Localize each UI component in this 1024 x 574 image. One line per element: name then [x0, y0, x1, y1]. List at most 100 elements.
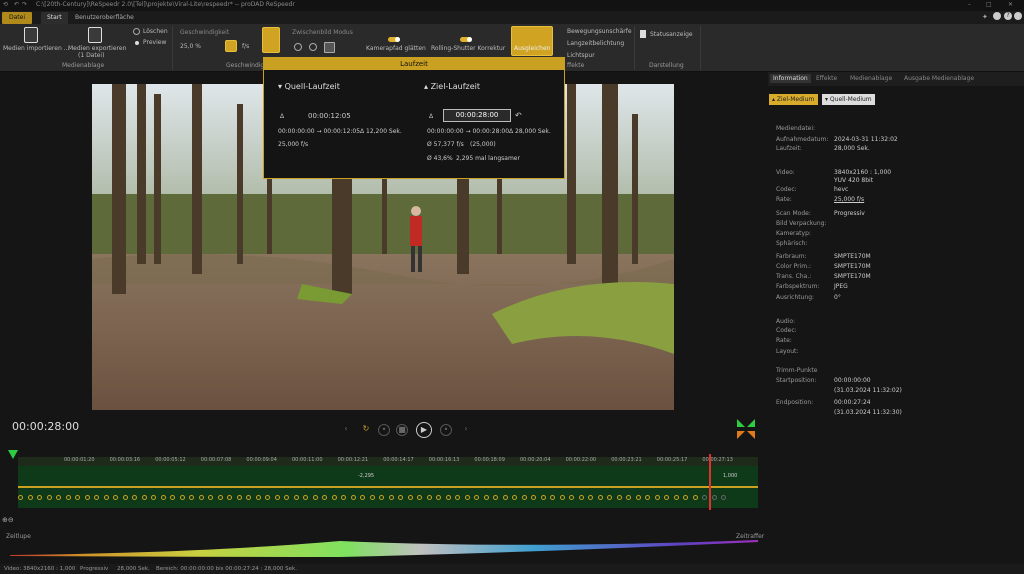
status-bar: Video: 3840x2160 : 1,000 Progressiv 28,0…: [0, 564, 1024, 574]
frame-dot: [607, 495, 612, 500]
ruler-tick: 00:00:12:21: [337, 457, 369, 463]
mode-radio-1[interactable]: [294, 43, 302, 51]
speed-value[interactable]: 25,0 %: [180, 43, 201, 50]
timecode-display: 00:00:28:00: [12, 420, 80, 433]
frame-dot: [198, 495, 204, 500]
frame-dot: [312, 495, 318, 500]
frame-dot: [350, 495, 356, 500]
frame-dot: [464, 495, 470, 500]
maximize-icon[interactable]: □: [986, 1, 992, 8]
quell-header[interactable]: ▾ Quell-Laufzeit: [278, 82, 340, 91]
langzeit-item[interactable]: Langzeitbelichtung: [567, 40, 624, 47]
ruler-tick: 00:00:20:04: [520, 457, 551, 463]
ziel-fps2: (25,000): [470, 141, 496, 148]
fps-unit[interactable]: f/s: [242, 43, 249, 50]
tab-medienablage[interactable]: Medienablage: [850, 75, 892, 82]
zoom-icons[interactable]: ⊕⊖: [2, 516, 14, 524]
tab-information[interactable]: Information: [770, 74, 811, 83]
play-icon[interactable]: ▶: [416, 422, 432, 438]
tab-benutzeroberflaeche[interactable]: Benutzeroberfläche: [69, 12, 140, 24]
frame-dot: [284, 495, 289, 500]
ziel-header[interactable]: ▴ Ziel-Laufzeit: [424, 82, 480, 91]
tab-ausgabe-medienablage[interactable]: Ausgabe Medienablage: [904, 75, 974, 82]
redo-icon[interactable]: ↷: [22, 1, 27, 8]
next-icon[interactable]: ›: [460, 424, 472, 436]
reset-icon[interactable]: ↶: [515, 111, 522, 120]
frame-dot: [692, 495, 698, 500]
ziel-medium-label: Ziel-Medium: [776, 96, 815, 103]
frame-dot: [721, 495, 726, 500]
mode-radio-3[interactable]: [324, 42, 335, 53]
help-icon[interactable]: ?: [1004, 12, 1012, 20]
status-video: Video: 3840x2160 : 1,000: [4, 566, 76, 572]
info-key: Sphärisch:: [776, 240, 808, 247]
ramp-button[interactable]: [262, 27, 280, 53]
rolling-label[interactable]: Rolling-Shutter Korrektur: [431, 45, 505, 52]
info-tabs: Information Effekte Medienablage Ausgabe…: [768, 72, 1024, 86]
undo-icon[interactable]: ↶: [14, 1, 19, 8]
frame-dot: [303, 495, 308, 500]
ruler-tick: 00:00:25:17: [656, 457, 688, 463]
speed-curve[interactable]: [0, 539, 768, 559]
frame-dot: [588, 495, 593, 500]
ruler-tick: 00:00:23:21: [611, 457, 642, 463]
statusanzeige-icon[interactable]: [640, 30, 646, 38]
info-key: Rate:: [776, 196, 792, 203]
ruler-tick: 00:00:16:13: [428, 457, 460, 463]
step-back-icon[interactable]: •: [378, 424, 390, 436]
statusanzeige-button[interactable]: Statusanzeige: [650, 31, 693, 38]
frame-dot: [179, 495, 185, 500]
frame-dot: [531, 495, 536, 500]
close-icon[interactable]: ✕: [1008, 1, 1013, 8]
info-value[interactable]: 25,000 f/s: [834, 196, 864, 203]
minimize-icon[interactable]: –: [968, 1, 971, 8]
rolling-toggle[interactable]: [460, 37, 472, 42]
settings-icon[interactable]: [993, 12, 1001, 20]
mode-radio-2[interactable]: [309, 43, 317, 51]
frame-dot: [236, 495, 242, 500]
export-button[interactable]: Medien exportieren: [68, 45, 126, 52]
separator: [634, 26, 635, 70]
start-marker[interactable]: [8, 450, 18, 459]
ziel-pct: Ø 43,6%: [427, 155, 453, 162]
ruler-tick: 00:00:09:04: [246, 457, 277, 463]
pin-icon[interactable]: ✦: [982, 13, 988, 21]
info-key: Codec:: [776, 186, 797, 193]
step-fwd-icon[interactable]: •: [440, 424, 452, 436]
tab-start[interactable]: Start: [41, 12, 68, 24]
kamera-label[interactable]: Kamerapfad glätten: [366, 45, 426, 52]
delete-radio[interactable]: [133, 28, 140, 35]
tab-effekte[interactable]: Effekte: [816, 75, 837, 82]
lichtspur-item[interactable]: Lichtspur: [567, 52, 595, 59]
tab-datei[interactable]: Datei: [2, 12, 32, 24]
app-icon: ⟲: [3, 1, 9, 8]
timeline-ruler[interactable]: 00:00:01:20 00:00:03:16 00:00:05:12 00:00:0…: [18, 457, 758, 466]
ausgleichen-label[interactable]: Ausgleichen: [514, 45, 550, 52]
kamera-toggle[interactable]: [388, 37, 400, 42]
info-value: 3840x2160 : 1,000: [834, 169, 892, 176]
frame-dot: [474, 495, 479, 500]
loop-icon[interactable]: ↻: [360, 424, 372, 436]
delete-label[interactable]: Löschen: [143, 28, 168, 35]
info-icon[interactable]: [1014, 12, 1022, 20]
info-value: 0°: [834, 294, 841, 301]
import-icon[interactable]: [24, 27, 38, 43]
frame-dot: [379, 495, 384, 500]
ruler-tick: 00:00:07:08: [200, 457, 232, 463]
quell-medium-button[interactable]: ▾ Quell-Medium: [822, 94, 875, 105]
bewegung-item[interactable]: Bewegungsunschärfe: [567, 28, 632, 35]
stop-icon[interactable]: ■: [396, 424, 408, 436]
info-value: hevc: [834, 186, 849, 193]
group-darstellung: Darstellung: [649, 62, 684, 69]
quell-range: 00:00:00:00 → 00:00:12:05: [278, 128, 361, 135]
markers-icon[interactable]: [737, 419, 755, 439]
ziel-title: Ziel-Laufzeit: [430, 82, 481, 91]
prev-icon[interactable]: ‹: [340, 424, 352, 436]
preview-label[interactable]: Preview: [143, 39, 166, 46]
percent-button[interactable]: [225, 40, 237, 52]
export-icon[interactable]: [88, 27, 102, 43]
ziel-time-input[interactable]: 00:00:28:00: [443, 109, 511, 122]
import-button[interactable]: Medien importieren ...: [3, 45, 69, 52]
frame-dot: [94, 495, 99, 500]
ziel-medium-button[interactable]: ▴ Ziel-Medium: [769, 94, 818, 105]
